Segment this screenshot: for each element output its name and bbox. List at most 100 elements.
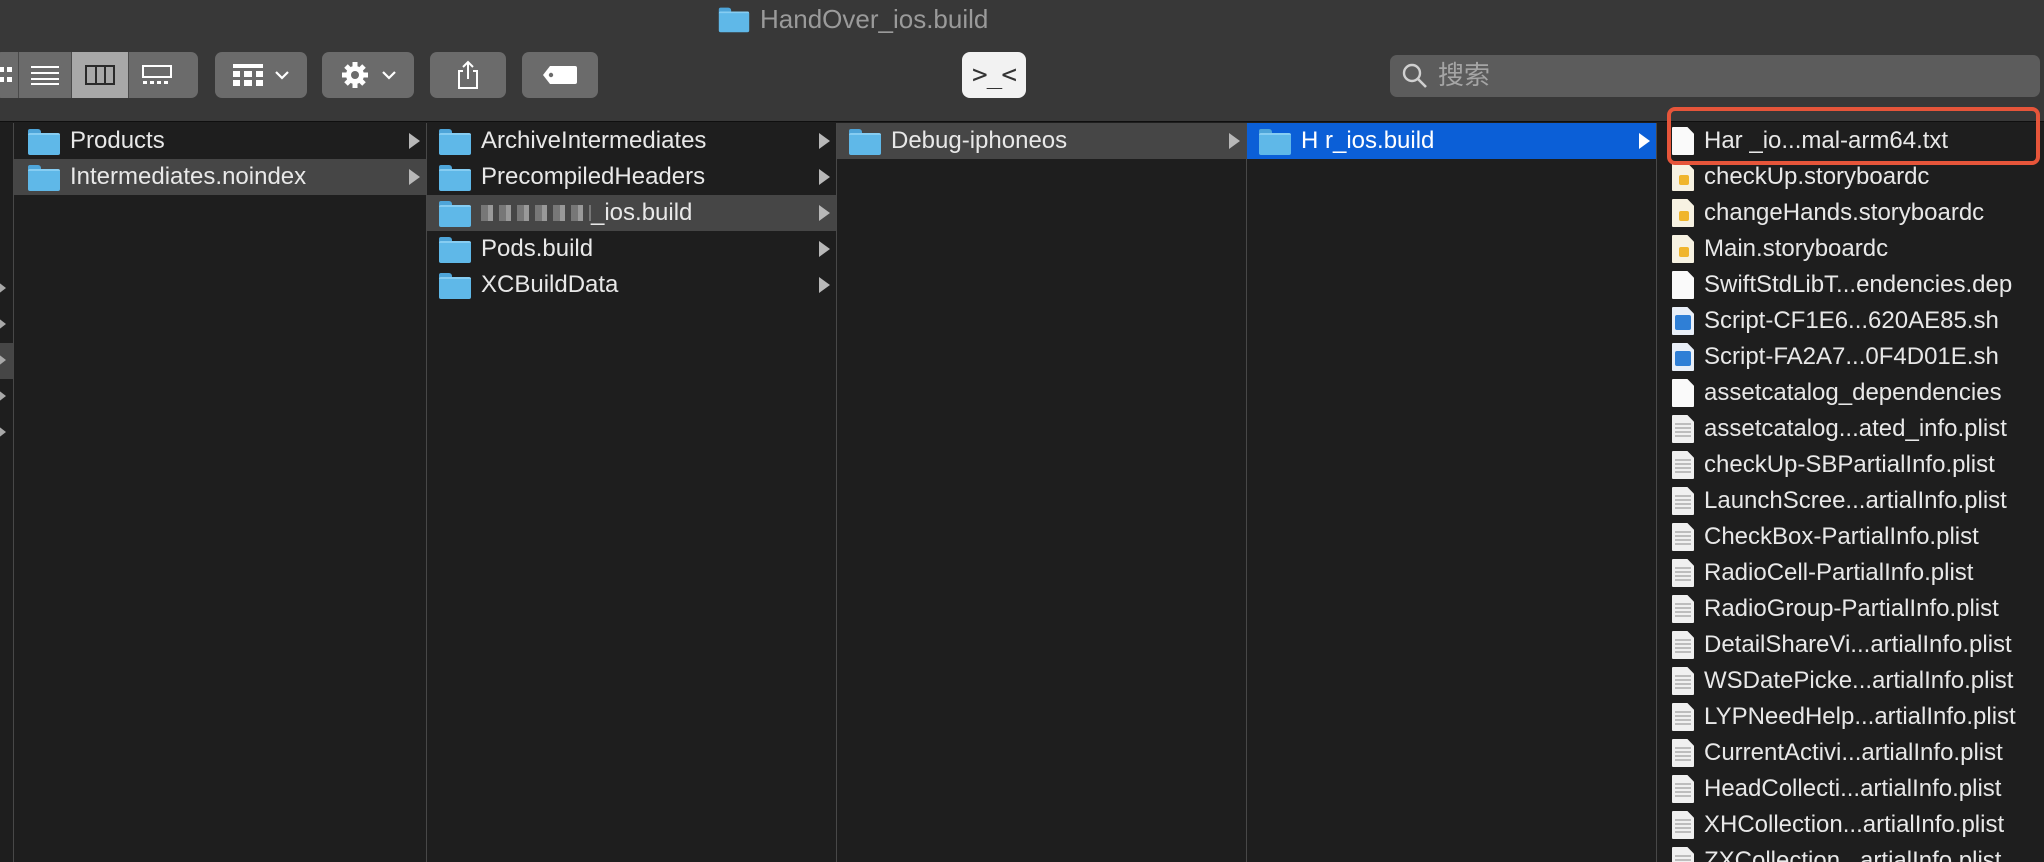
plist-file-icon (1672, 811, 1694, 839)
item-label: assetcatalog_dependencies (1704, 379, 2002, 406)
list-item[interactable]: Main.storyboardc (1657, 231, 2044, 267)
list-item[interactable]: RadioGroup-PartialInfo.plist (1657, 591, 2044, 627)
action-menu-button[interactable] (322, 52, 414, 98)
column-view-icon (85, 65, 115, 85)
folder-icon (28, 165, 60, 191)
item-label: _ios.build (591, 199, 693, 226)
disclosure-arrow (0, 317, 6, 331)
list-view-icon (31, 66, 59, 85)
item-label: checkUp-SBPartialInfo.plist (1704, 451, 1995, 478)
item-label: Main.storyboardc (1704, 235, 1889, 262)
column-1: Products Intermediates.noindex (14, 123, 427, 862)
list-item[interactable]: changeHands.storyboardc (1657, 195, 2044, 231)
list-item[interactable]: CheckBox-PartialInfo.plist (1657, 519, 2044, 555)
folder-icon (439, 129, 471, 155)
plist-file-icon (1672, 739, 1694, 767)
list-item[interactable]: H r_ios.build (1247, 123, 1656, 159)
chevron-down-icon (382, 71, 396, 80)
list-item[interactable]: RadioCell-PartialInfo.plist (1657, 555, 2044, 591)
list-item[interactable]: assetcatalog_dependencies (1657, 375, 2044, 411)
column-partial (0, 123, 14, 862)
plist-file-icon (1672, 667, 1694, 695)
list-item[interactable]: XHCollection...artialInfo.plist (1657, 807, 2044, 843)
list-item[interactable]: Debug-iphoneos (837, 123, 1246, 159)
terminal-button[interactable]: >_< (962, 52, 1026, 98)
share-icon (458, 60, 478, 89)
chevron-down-icon (275, 71, 289, 80)
storyboard-file-icon (1672, 199, 1694, 227)
list-item[interactable]: DetailShareVi...artialInfo.plist (1657, 627, 2044, 663)
item-label: CurrentActivi...artialInfo.plist (1704, 739, 2003, 766)
list-item[interactable]: Intermediates.noindex (14, 159, 426, 195)
folder-icon (28, 129, 60, 155)
column-browser: Products Intermediates.noindex ArchiveIn… (0, 123, 2044, 862)
list-item[interactable]: assetcatalog...ated_info.plist (1657, 411, 2044, 447)
column-3: Debug-iphoneos (837, 123, 1247, 862)
list-item[interactable]: Products (14, 123, 426, 159)
column-5: Har _io...mal-arm64.txt checkUp.storyboa… (1657, 123, 2044, 862)
folder-icon (718, 7, 750, 33)
disclosure-arrow (819, 241, 830, 257)
list-item[interactable]: Script-FA2A7...0F4D01E.sh (1657, 339, 2044, 375)
plist-file-icon (1672, 559, 1694, 587)
disclosure-arrow (819, 133, 830, 149)
item-label: XCBuildData (481, 271, 619, 298)
icon-view-button[interactable] (0, 52, 18, 98)
item-label: Pods.build (481, 235, 594, 262)
plist-file-icon (1672, 451, 1694, 479)
disclosure-arrow (1229, 133, 1240, 149)
plist-file-icon (1672, 487, 1694, 515)
tag-button[interactable] (522, 52, 598, 98)
disclosure-arrow (819, 205, 830, 221)
item-label: Products (70, 127, 165, 154)
gallery-view-button[interactable] (129, 52, 185, 98)
item-label: ArchiveIntermediates (481, 127, 707, 154)
list-item[interactable]: SwiftStdLibT...endencies.dep (1657, 267, 2044, 303)
search-input[interactable] (1438, 61, 1998, 91)
list-item[interactable]: LYPNeedHelp...artialInfo.plist (1657, 699, 2044, 735)
folder-icon (439, 201, 471, 227)
folder-icon (849, 129, 881, 155)
list-item[interactable]: XCBuildData (427, 267, 836, 303)
list-item[interactable]: ZXCollection...artialInfo.plist (1657, 843, 2044, 862)
shell-script-icon (1672, 343, 1694, 371)
column-view-button[interactable] (72, 52, 128, 98)
gallery-view-icon (142, 65, 172, 84)
disclosure-arrow (409, 133, 420, 149)
storyboard-file-icon (1672, 235, 1694, 263)
list-item[interactable]: _ios.build (427, 195, 836, 231)
folder-icon (439, 237, 471, 263)
search-field[interactable] (1390, 55, 2040, 97)
item-label: CheckBox-PartialInfo.plist (1704, 523, 1979, 550)
plist-file-icon (1672, 847, 1694, 862)
shell-script-icon (1672, 307, 1694, 335)
plist-file-icon (1672, 523, 1694, 551)
list-item[interactable]: CurrentActivi...artialInfo.plist (1657, 735, 2044, 771)
disclosure-arrow (0, 281, 6, 295)
item-label: Debug-iphoneos (891, 127, 1068, 154)
group-by-button[interactable] (215, 52, 307, 98)
plist-file-icon (1672, 703, 1694, 731)
list-item[interactable]: WSDatePicke...artialInfo.plist (1657, 663, 2044, 699)
list-item[interactable]: LaunchScree...artialInfo.plist (1657, 483, 2044, 519)
plist-file-icon (1672, 775, 1694, 803)
window-toolbar: HandOver_ios.build >_< 搜索 (0, 0, 2044, 122)
list-item[interactable]: Script-CF1E6...620AE85.sh (1657, 303, 2044, 339)
plist-file-icon (1672, 595, 1694, 623)
view-mode-control (0, 52, 198, 98)
list-item[interactable]: Har _io...mal-arm64.txt (1657, 123, 2044, 159)
disclosure-arrow (1639, 133, 1650, 149)
list-item[interactable]: HeadCollecti...artialInfo.plist (1657, 771, 2044, 807)
list-item[interactable]: PrecompiledHeaders (427, 159, 836, 195)
list-item[interactable]: checkUp.storyboardc (1657, 159, 2044, 195)
share-button[interactable] (430, 52, 506, 98)
list-item[interactable]: ArchiveIntermediates (427, 123, 836, 159)
text-file-icon (1672, 127, 1694, 155)
tag-icon (543, 66, 577, 84)
folder-icon (1259, 129, 1291, 155)
list-view-button[interactable] (19, 52, 71, 98)
list-item[interactable]: Pods.build (427, 231, 836, 267)
disclosure-arrow (0, 389, 6, 403)
item-label: SwiftStdLibT...endencies.dep (1704, 271, 2013, 298)
list-item[interactable]: checkUp-SBPartialInfo.plist (1657, 447, 2044, 483)
